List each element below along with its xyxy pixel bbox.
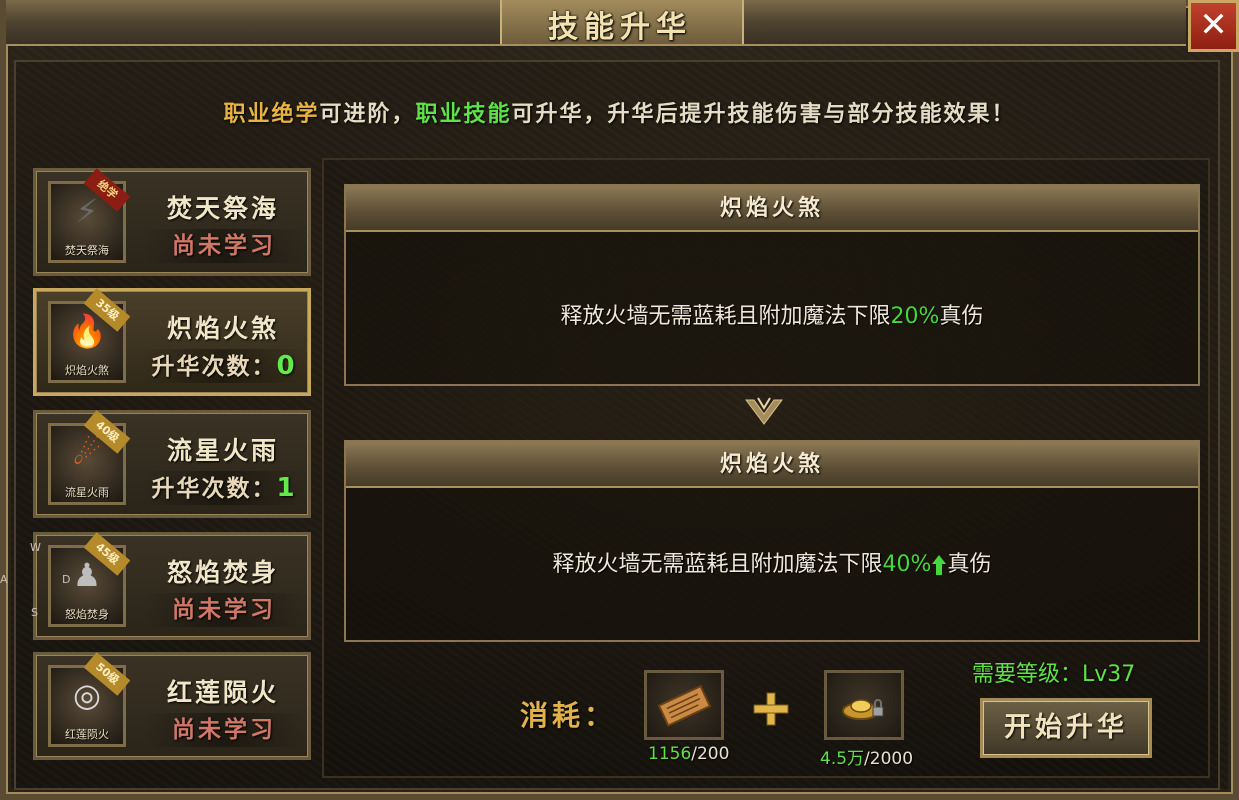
scroll-icon: ⚡ 绝学 焚天祭海 — [48, 168, 131, 263]
current-effect-title: 炽焰火煞 — [346, 186, 1198, 232]
next-pct: 40% — [882, 552, 932, 577]
skill-item-nuyan[interactable]: ♟ 45级 怒焰焚身 怒焰焚身 尚未学习 — [33, 532, 311, 640]
start-upgrade-button[interactable]: 开始升华 — [980, 698, 1152, 758]
cost-have: 4.5万 — [820, 749, 865, 769]
skill-name: 流星火雨 — [166, 436, 279, 465]
next-effect-desc: 释放火墙无需蓝耗且附加魔法下限40% 真伤 — [346, 488, 1198, 578]
key-hint-a: A — [0, 573, 8, 586]
close-button[interactable]: ✕ — [1188, 0, 1239, 52]
cost-item-gold[interactable] — [824, 670, 904, 740]
skill-item-liuxing[interactable]: ☄ 40级 流星火雨 流星火雨 升华次数：1 — [33, 410, 311, 518]
notice-gold: 职业绝学 — [223, 102, 320, 127]
skill-name: 炽焰火煞 — [166, 314, 279, 343]
skill-icon-label: 红莲陨火 — [65, 728, 109, 741]
skill-status-label: 升华次数： — [151, 475, 277, 502]
skill-icon-label: 焚天祭海 — [65, 244, 109, 257]
plus-icon — [753, 692, 789, 726]
figure-icon: ♟ 45级 怒焰焚身 — [48, 532, 131, 627]
cost-need: /2000 — [864, 749, 914, 769]
next-desc-before: 释放火墙无需蓝耗且附加魔法下限 — [552, 552, 883, 577]
skill-list: ⚡ 绝学 焚天祭海 焚天祭海 尚未学习 🔥 35级 炽焰火煞 炽焰火煞 升华次数… — [27, 160, 317, 780]
key-hint-s: S — [31, 606, 38, 619]
skill-status: 升华次数：1 — [142, 471, 306, 505]
scroll-icon — [657, 684, 712, 727]
next-effect-card: 炽焰火煞 释放火墙无需蓝耗且附加魔法下限40% 真伤 — [344, 440, 1200, 642]
skill-icon-label: 怒焰焚身 — [65, 608, 109, 621]
upgrade-count: 1 — [276, 473, 297, 503]
swirl-icon: ◎ 50级 红莲陨火 — [48, 652, 131, 747]
arrow-up-icon — [932, 555, 947, 575]
notice-text: 职业绝学可进阶，职业技能可升华，升华后提升技能伤害与部分技能效果！ — [0, 96, 1239, 128]
meteor-icon: ☄ 40级 流星火雨 — [48, 410, 131, 505]
current-pct: 20% — [890, 304, 940, 329]
flame-icon: 🔥 35级 炽焰火煞 — [48, 288, 131, 383]
cost-label: 消耗： — [520, 699, 617, 732]
skill-icon-label: 流星火雨 — [65, 486, 109, 499]
skill-item-honglian[interactable]: ◎ 50级 红莲陨火 红莲陨火 尚未学习 — [33, 652, 311, 760]
skill-name: 怒焰焚身 — [166, 558, 279, 587]
notice-green: 职业技能 — [415, 102, 512, 127]
current-effect-desc: 释放火墙无需蓝耗且附加魔法下限20%真伤 — [346, 232, 1198, 330]
skill-status: 尚未学习 — [142, 229, 306, 263]
skill-name: 焚天祭海 — [166, 194, 279, 223]
skill-item-chiyan[interactable]: 🔥 35级 炽焰火煞 炽焰火煞 升华次数：0 — [33, 288, 311, 396]
notice-part4: 可升华，升华后提升技能伤害与部分技能效果！ — [511, 102, 1016, 127]
cost-have: 1156 — [648, 744, 692, 764]
skill-status: 尚未学习 — [142, 593, 306, 627]
cost-need: /200 — [691, 744, 730, 764]
window-title: 技能升华 — [548, 10, 692, 45]
next-desc-after: 真伤 — [947, 552, 992, 577]
skill-item-fentian[interactable]: ⚡ 绝学 焚天祭海 焚天祭海 尚未学习 — [33, 168, 311, 276]
cost-count-gold: 4.5万/2000 — [820, 744, 913, 769]
cost-count-scroll: 1156/200 — [648, 744, 729, 764]
skill-status: 升华次数：0 — [142, 349, 306, 383]
skill-status-label: 升华次数： — [151, 353, 277, 380]
cost-item-scroll[interactable] — [644, 670, 724, 740]
gold-ingot-icon — [842, 699, 884, 720]
skill-icon-label: 炽焰火煞 — [65, 364, 109, 377]
current-desc-after: 真伤 — [939, 304, 984, 329]
level-requirement: 需要等级：Lv37 — [972, 662, 1136, 687]
key-hint-d: D — [62, 573, 71, 586]
skill-status: 尚未学习 — [142, 713, 306, 747]
notice-part2: 可进阶， — [319, 102, 416, 127]
upgrade-count: 0 — [276, 351, 297, 381]
skill-name: 红莲陨火 — [166, 678, 279, 707]
key-hint-w: W — [30, 541, 41, 554]
chevron-down-icon — [745, 397, 783, 425]
current-desc-before: 释放火墙无需蓝耗且附加魔法下限 — [560, 304, 891, 329]
current-effect-card: 炽焰火煞 释放火墙无需蓝耗且附加魔法下限20%真伤 — [344, 184, 1200, 386]
next-effect-title: 炽焰火煞 — [346, 442, 1198, 488]
